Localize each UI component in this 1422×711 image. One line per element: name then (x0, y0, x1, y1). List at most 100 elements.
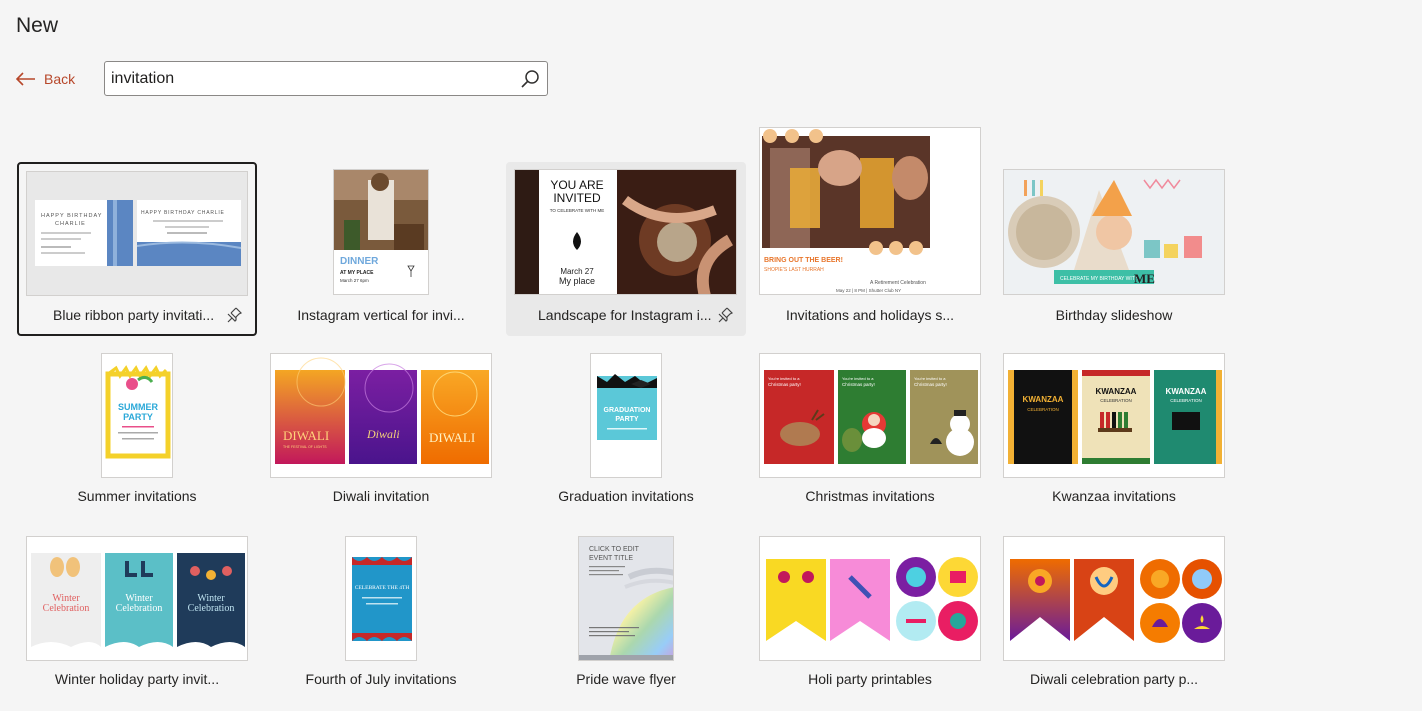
thumb-text: CELEBRATE MY BIRTHDAY WITH (1060, 276, 1139, 282)
thumb-text: INVITED (553, 191, 601, 205)
template-tile-pride-wave-flyer[interactable]: CLICK TO EDIT EVENT TITLE Pride wave fly… (506, 536, 746, 710)
template-label-row: Invitations and holidays s... (750, 302, 990, 328)
search-icon[interactable] (513, 62, 547, 95)
pin-icon[interactable] (225, 306, 243, 324)
template-label-row: Diwali invitation (261, 483, 501, 509)
template-tile-invitations-holidays[interactable]: BRING OUT THE BEER! SHOPIE'S LAST HURRAH… (750, 127, 990, 336)
template-label: Summer invitations (77, 488, 197, 504)
template-label-row: Graduation invitations (506, 483, 746, 509)
template-thumbnail: GRADUATION PARTY (590, 353, 662, 478)
thumb-text: CELEBRATION (1100, 398, 1131, 403)
thumb-text: BRING OUT THE BEER! (764, 257, 843, 264)
template-label-row: Diwali celebration party p... (994, 666, 1234, 692)
back-button[interactable]: Back (16, 66, 75, 92)
thumb-text: Diwali (366, 427, 400, 441)
thumb-text: ME (1134, 271, 1155, 286)
template-label: Landscape for Instagram i... (538, 307, 712, 323)
template-tile-winter-holiday[interactable]: Winter Celebration Winter Celebration Wi… (17, 536, 257, 710)
template-label-row: Winter holiday party invit... (17, 666, 257, 692)
template-tile-blue-ribbon[interactable]: HAPPY BIRTHDAY CHARLIE HAPPY BIRTHDAY CH… (17, 162, 257, 336)
template-label-row: Fourth of July invitations (261, 666, 501, 692)
search-box[interactable] (104, 61, 548, 96)
thumb-text: SHOPIE'S LAST HURRAH (764, 267, 824, 273)
template-tile-graduation-invitations[interactable]: GRADUATION PARTY Graduation invitations (506, 353, 746, 527)
template-label-row: Kwanzaa invitations (994, 483, 1234, 509)
template-label-row: Birthday slideshow (994, 302, 1234, 328)
thumb-text: KWANZAA (1023, 395, 1064, 404)
template-label: Blue ribbon party invitati... (53, 307, 215, 323)
template-label: Kwanzaa invitations (1052, 488, 1176, 504)
template-label-row: Pride wave flyer (506, 666, 746, 692)
template-thumbnail: BRING OUT THE BEER! SHOPIE'S LAST HURRAH… (759, 127, 981, 295)
template-label-row: Blue ribbon party invitati... (19, 302, 255, 328)
template-label-row: Holi party printables (750, 666, 990, 692)
template-thumbnail: CELEBRATE THE 4TH (345, 536, 417, 661)
thumb-text: Celebration (43, 603, 90, 614)
template-tile-birthday-slideshow[interactable]: CELEBRATE MY BIRTHDAY WITH ME Birthday s… (994, 162, 1234, 336)
thumb-text: You're invited to a (842, 376, 874, 381)
thumb-text: YOU ARE (550, 178, 603, 192)
template-thumbnail: Winter Celebration Winter Celebration Wi… (26, 536, 248, 661)
thumb-text: Celebration (188, 603, 235, 614)
template-label: Invitations and holidays s... (785, 307, 955, 323)
thumb-text: Christmas party! (914, 382, 947, 387)
template-tile-landscape-instagram[interactable]: YOU ARE INVITED TO CELEBRATE WITH ME Mar… (506, 162, 746, 336)
template-thumbnail: SUMMER PARTY (101, 353, 173, 478)
template-thumbnail: YOU ARE INVITED TO CELEBRATE WITH ME Mar… (514, 169, 737, 295)
template-tile-diwali-celebration[interactable]: Diwali celebration party p... (994, 536, 1234, 710)
thumb-text: CELEBRATION (1027, 407, 1058, 412)
template-tile-fourth-of-july[interactable]: CELEBRATE THE 4TH Fourth of July invitat… (261, 536, 501, 710)
template-tile-kwanzaa-invitations[interactable]: KWANZAA CELEBRATION KWANZAA CELEBRATION … (994, 353, 1234, 527)
template-label: Holi party printables (808, 671, 932, 687)
thumb-text: Celebration (116, 603, 163, 614)
thumb-text: You're invited to a (914, 376, 946, 381)
template-label: Christmas invitations (805, 488, 935, 504)
thumb-text: CELEBRATION (1170, 398, 1201, 403)
thumb-text: SUMMER (118, 402, 158, 412)
thumb-text: You're invited to a (768, 376, 800, 381)
template-thumbnail: HAPPY BIRTHDAY CHARLIE HAPPY BIRTHDAY CH… (26, 171, 248, 296)
thumb-text: GRADUATION (604, 407, 651, 414)
thumb-text: My place (559, 276, 595, 286)
template-tile-christmas-invitations[interactable]: You're invited to a Christmas party! You… (750, 353, 990, 527)
template-label: Diwali invitation (332, 488, 430, 504)
template-tile-instagram-vertical[interactable]: DINNER AT MY PLACE March 27 6pm Instagra… (261, 162, 501, 336)
search-input[interactable] (105, 69, 513, 88)
thumb-text: A Retirement Celebration (870, 280, 926, 286)
template-label: Instagram vertical for invi... (297, 307, 465, 323)
template-label: Birthday slideshow (1055, 307, 1173, 323)
template-thumbnail: CLICK TO EDIT EVENT TITLE (578, 536, 674, 661)
template-tile-summer-invitations[interactable]: SUMMER PARTY Summer invitations (17, 353, 257, 527)
template-label: Graduation invitations (558, 488, 694, 504)
thumb-text: TO CELEBRATE WITH ME (550, 208, 605, 213)
page-title: New (16, 14, 59, 37)
template-thumbnail: DIWALI THE FESTIVAL OF LIGHTS Diwali DIW… (270, 353, 492, 478)
thumb-text: May 22 | 8 PM | Shutter Club NY (836, 288, 901, 293)
thumb-text: KWANZAA (1166, 387, 1207, 396)
template-label-row: Landscape for Instagram i... (506, 302, 746, 328)
thumb-text: DINNER (340, 256, 379, 267)
thumb-text: AT MY PLACE (340, 270, 374, 276)
thumb-text: CLICK TO EDIT (589, 546, 640, 553)
template-tile-holi-party[interactable]: Holi party printables (750, 536, 990, 710)
template-thumbnail (759, 536, 981, 661)
thumb-text: PARTY (123, 412, 153, 422)
thumb-text: PARTY (615, 416, 639, 423)
template-tile-diwali-invitation[interactable]: DIWALI THE FESTIVAL OF LIGHTS Diwali DIW… (261, 353, 501, 527)
template-label-row: Christmas invitations (750, 483, 990, 509)
thumb-text: EVENT TITLE (589, 555, 633, 562)
pin-icon[interactable] (716, 306, 734, 324)
template-label: Diwali celebration party p... (1029, 671, 1199, 687)
thumb-text: CHARLIE (55, 221, 86, 227)
thumb-text: THE FESTIVAL OF LIGHTS (283, 445, 327, 449)
template-label: Winter holiday party invit... (54, 671, 220, 687)
back-label: Back (44, 71, 76, 87)
template-thumbnail: DINNER AT MY PLACE March 27 6pm (333, 169, 429, 295)
thumb-text: CELEBRATE THE 4TH (355, 585, 410, 591)
thumb-text: March 27 6pm (340, 278, 369, 283)
thumb-text: HAPPY BIRTHDAY (41, 213, 102, 219)
thumb-text: DIWALI (283, 428, 329, 443)
thumb-text: KWANZAA (1096, 387, 1137, 396)
template-label-row: Summer invitations (17, 483, 257, 509)
template-label-row: Instagram vertical for invi... (261, 302, 501, 328)
